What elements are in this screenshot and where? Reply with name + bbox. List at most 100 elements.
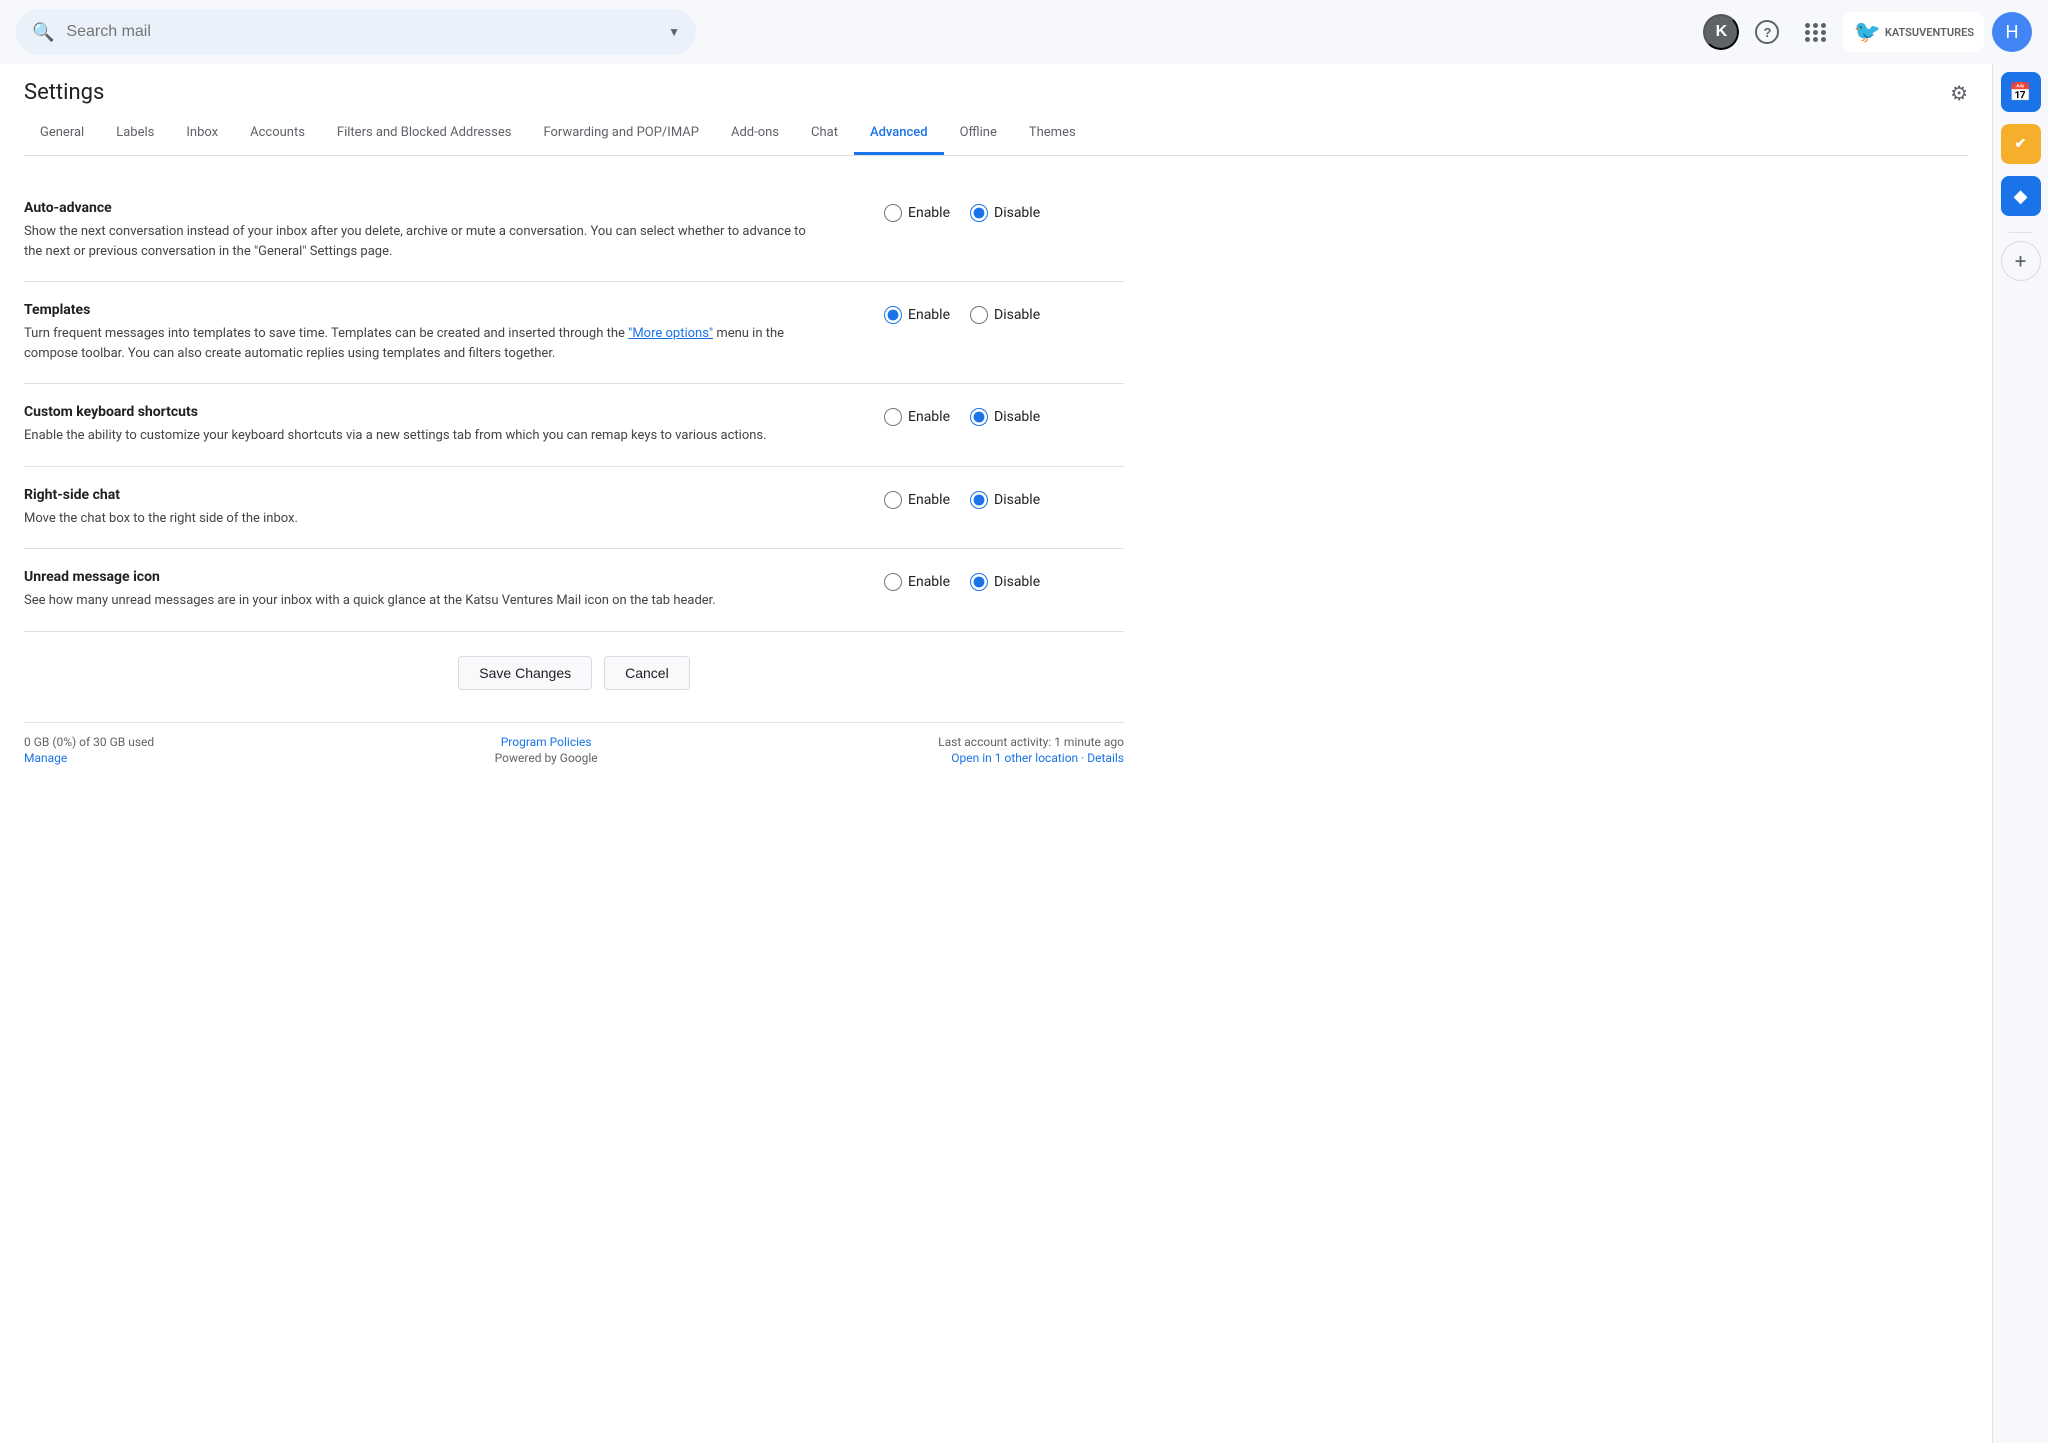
- templates-title: Templates: [24, 302, 860, 318]
- auto-advance-enable-radio[interactable]: [884, 204, 902, 222]
- auto-advance-description: Show the next conversation instead of yo…: [24, 222, 824, 261]
- keyboard-shortcuts-enable-option[interactable]: Enable: [884, 408, 950, 426]
- tasks-icon: ✔: [2015, 136, 2027, 152]
- powered-by-text: Powered by Google: [495, 751, 598, 765]
- right-side-chat-enable-label: Enable: [908, 492, 950, 508]
- add-app-btn[interactable]: +: [2001, 241, 2041, 281]
- footer-left: 0 GB (0%) of 30 GB used Manage: [24, 735, 154, 765]
- templates-more-options-link[interactable]: "More options": [628, 326, 713, 341]
- settings-header: Settings ⚙: [24, 64, 1968, 113]
- action-buttons: Save Changes Cancel: [24, 632, 1124, 722]
- last-activity-text: Last account activity: 1 minute ago: [938, 735, 1124, 749]
- setting-info-templates: Templates Turn frequent messages into te…: [24, 302, 860, 363]
- katsu-logo[interactable]: 🐦 KATSUVENTURES: [1843, 12, 1984, 52]
- storage-text: 0 GB (0%) of 30 GB used: [24, 735, 154, 749]
- auto-advance-enable-label: Enable: [908, 205, 950, 221]
- right-side-chat-description: Move the chat box to the right side of t…: [24, 509, 824, 529]
- right-side-chat-enable-radio[interactable]: [884, 491, 902, 509]
- setting-info-auto-advance: Auto-advance Show the next conversation …: [24, 200, 860, 261]
- save-changes-button[interactable]: Save Changes: [458, 656, 592, 690]
- sidebar-divider: [2009, 232, 2033, 233]
- keyboard-shortcuts-disable-label: Disable: [994, 409, 1040, 425]
- auto-advance-disable-radio[interactable]: [970, 204, 988, 222]
- right-side-chat-enable-option[interactable]: Enable: [884, 491, 950, 509]
- keyboard-shortcuts-disable-radio[interactable]: [970, 408, 988, 426]
- calendar-icon-btn[interactable]: 📅: [2001, 72, 2041, 112]
- unread-message-icon-controls: Enable Disable: [884, 569, 1124, 591]
- right-sidebar: 📅 ✔ ◆ +: [1992, 64, 2048, 1443]
- search-dropdown-icon[interactable]: ▼: [668, 25, 680, 39]
- unread-message-icon-description: See how many unread messages are in your…: [24, 591, 824, 611]
- tab-chat[interactable]: Chat: [795, 113, 854, 155]
- templates-disable-radio[interactable]: [970, 306, 988, 324]
- templates-description: Turn frequent messages into templates to…: [24, 324, 824, 363]
- unread-message-icon-enable-label: Enable: [908, 574, 950, 590]
- right-side-chat-title: Right-side chat: [24, 487, 860, 503]
- search-input[interactable]: [66, 23, 656, 41]
- templates-disable-label: Disable: [994, 307, 1040, 323]
- setting-info-right-side-chat: Right-side chat Move the chat box to the…: [24, 487, 860, 529]
- apps-icon: [1805, 23, 1825, 42]
- tab-advanced[interactable]: Advanced: [854, 113, 944, 155]
- footer-right: Last account activity: 1 minute ago Open…: [938, 735, 1124, 765]
- katsu-bird-icon: 🐦: [1853, 20, 1880, 45]
- keyboard-shortcuts-enable-radio[interactable]: [884, 408, 902, 426]
- keyboard-shortcuts-disable-option[interactable]: Disable: [970, 408, 1040, 426]
- settings-content: Auto-advance Show the next conversation …: [24, 156, 1124, 797]
- tab-forwarding[interactable]: Forwarding and POP/IMAP: [527, 113, 715, 155]
- tab-inbox[interactable]: Inbox: [170, 113, 234, 155]
- unread-message-icon-disable-option[interactable]: Disable: [970, 573, 1040, 591]
- settings-gear-icon[interactable]: ⚙: [1950, 81, 1968, 105]
- right-side-chat-disable-option[interactable]: Disable: [970, 491, 1040, 509]
- setting-info-unread-message-icon: Unread message icon See how many unread …: [24, 569, 860, 611]
- settings-container: Settings ⚙ General Labels Inbox Accounts…: [0, 64, 1992, 1443]
- tab-accounts[interactable]: Accounts: [234, 113, 321, 155]
- keep-icon-btn[interactable]: ◆: [2001, 176, 2041, 216]
- templates-enable-option[interactable]: Enable: [884, 306, 950, 324]
- tab-labels[interactable]: Labels: [100, 113, 170, 155]
- open-location-link[interactable]: Open in 1 other location · Details: [951, 751, 1124, 765]
- tab-offline[interactable]: Offline: [944, 113, 1013, 155]
- topbar: 🔍 ▼ K ?: [0, 0, 2048, 64]
- right-side-chat-controls: Enable Disable: [884, 487, 1124, 509]
- search-icon: 🔍: [32, 22, 54, 43]
- auto-advance-enable-option[interactable]: Enable: [884, 204, 950, 222]
- unread-message-icon-disable-radio[interactable]: [970, 573, 988, 591]
- auto-advance-disable-option[interactable]: Disable: [970, 204, 1040, 222]
- tab-general[interactable]: General: [24, 113, 100, 155]
- program-policies-link[interactable]: Program Policies: [501, 735, 592, 749]
- cancel-button[interactable]: Cancel: [604, 656, 690, 690]
- setting-row-keyboard-shortcuts: Custom keyboard shortcuts Enable the abi…: [24, 384, 1124, 467]
- right-side-chat-disable-label: Disable: [994, 492, 1040, 508]
- setting-row-templates: Templates Turn frequent messages into te…: [24, 282, 1124, 384]
- setting-info-keyboard-shortcuts: Custom keyboard shortcuts Enable the abi…: [24, 404, 860, 446]
- templates-enable-label: Enable: [908, 307, 950, 323]
- k-account-icon[interactable]: K: [1703, 14, 1739, 50]
- right-side-chat-disable-radio[interactable]: [970, 491, 988, 509]
- setting-row-right-side-chat: Right-side chat Move the chat box to the…: [24, 467, 1124, 550]
- unread-message-icon-enable-option[interactable]: Enable: [884, 573, 950, 591]
- apps-icon-btn[interactable]: [1795, 12, 1835, 52]
- setting-row-unread-message-icon: Unread message icon See how many unread …: [24, 549, 1124, 632]
- templates-controls: Enable Disable: [884, 302, 1124, 324]
- manage-link[interactable]: Manage: [24, 751, 154, 765]
- auto-advance-disable-label: Disable: [994, 205, 1040, 221]
- auto-advance-controls: Enable Disable: [884, 200, 1124, 222]
- templates-enable-radio[interactable]: [884, 306, 902, 324]
- setting-row-auto-advance: Auto-advance Show the next conversation …: [24, 180, 1124, 282]
- help-icon-btn[interactable]: ?: [1747, 12, 1787, 52]
- unread-message-icon-enable-radio[interactable]: [884, 573, 902, 591]
- help-icon: ?: [1755, 20, 1779, 44]
- calendar-icon: 📅: [2009, 82, 2031, 103]
- user-avatar[interactable]: H: [1992, 12, 2032, 52]
- keyboard-shortcuts-enable-label: Enable: [908, 409, 950, 425]
- templates-disable-option[interactable]: Disable: [970, 306, 1040, 324]
- footer-center: Program Policies Powered by Google: [495, 735, 598, 765]
- add-icon: +: [2015, 249, 2026, 273]
- search-bar[interactable]: 🔍 ▼: [16, 9, 696, 55]
- keyboard-shortcuts-title: Custom keyboard shortcuts: [24, 404, 860, 420]
- tab-themes[interactable]: Themes: [1013, 113, 1092, 155]
- tab-filters[interactable]: Filters and Blocked Addresses: [321, 113, 528, 155]
- tab-addons[interactable]: Add-ons: [715, 113, 795, 155]
- tasks-icon-btn[interactable]: ✔: [2001, 124, 2041, 164]
